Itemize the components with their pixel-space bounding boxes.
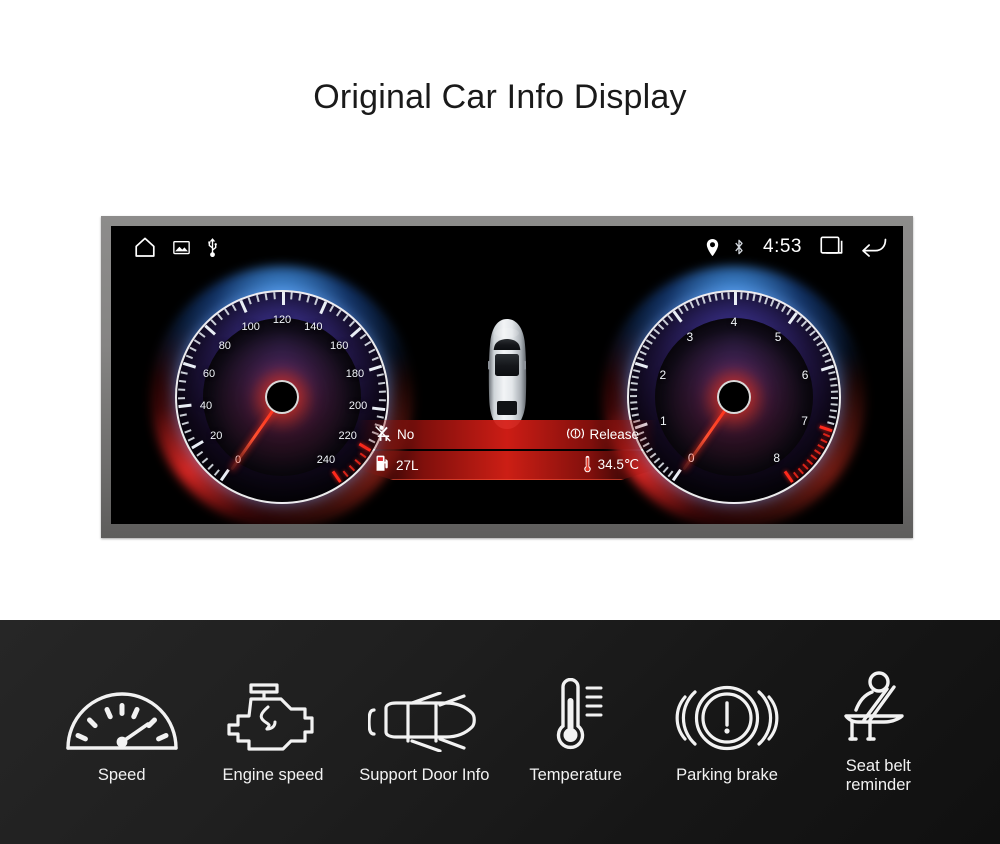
parking-brake-icon [567, 425, 585, 445]
head-unit-device: 4:53 20 40 60 80 100 120 140 160 180 200… [101, 216, 913, 538]
temperature-value: 34.5℃ [597, 457, 639, 472]
bluetooth-icon [733, 238, 745, 256]
recent-apps-icon[interactable] [820, 236, 846, 258]
feature-strip: Speed Engine speed Support Door Info Tem… [0, 620, 1000, 844]
status-bar-right: 4:53 [706, 236, 887, 258]
seatbelt-icon [832, 669, 924, 743]
feature-parking-brake: Parking brake [651, 678, 802, 785]
seatbelt-value: No [397, 427, 415, 442]
status-bar-left [133, 235, 219, 259]
tachometer-gauge: 012345678 [603, 266, 865, 524]
usb-icon[interactable] [206, 237, 219, 257]
feature-label: Speed [97, 766, 146, 785]
status-bar-clock: 4:53 [763, 236, 802, 257]
engine-icon [220, 678, 326, 752]
parking-brake-status: Release [567, 425, 639, 445]
home-icon[interactable] [133, 235, 157, 259]
feature-label: Temperature [529, 766, 622, 785]
cluster-screen: 4:53 20 40 60 80 100 120 140 160 180 200… [111, 226, 903, 524]
page-title: Original Car Info Display [313, 78, 687, 116]
door-status-car [475, 318, 539, 430]
info-row-status: No Release [357, 420, 657, 449]
feature-engine-speed: Engine speed [197, 678, 348, 785]
back-icon[interactable] [860, 236, 887, 258]
fuel-value: 27L [396, 457, 419, 473]
tachometer-hub [717, 380, 751, 414]
feature-label: Parking brake [676, 766, 778, 785]
tachometer-dial: 012345678 [627, 290, 841, 504]
feature-door-info: Support Door Info [349, 678, 500, 785]
feature-speed: Speed [46, 678, 197, 785]
location-pin-icon [706, 238, 719, 256]
seatbelt-status: No [375, 425, 414, 445]
speedometer-hub [265, 380, 299, 414]
feature-label: Support Door Info [359, 766, 490, 785]
seatbelt-icon [375, 425, 392, 445]
status-bar: 4:53 [111, 226, 903, 268]
parking-brake-value: Release [589, 427, 639, 442]
feature-temperature: Temperature [500, 678, 651, 785]
thermometer-icon [545, 678, 607, 752]
fuel-pump-icon [375, 455, 391, 475]
brake-disc-icon [673, 678, 781, 752]
fuel-status: 27L [375, 455, 419, 475]
thermometer-icon [582, 455, 593, 476]
gallery-icon[interactable] [173, 240, 190, 255]
temperature-status: 34.5℃ [582, 455, 639, 476]
feature-label: Engine speed [222, 766, 324, 785]
info-row-levels: 27L 34.5℃ [357, 451, 657, 480]
speedometer-icon [64, 678, 180, 752]
vehicle-info-panel: No Release 27L 34.5℃ [357, 420, 657, 480]
car-doors-icon [368, 678, 480, 753]
feature-label: Seat belt reminder [845, 756, 911, 794]
feature-seatbelt-reminder: Seat belt reminder [803, 669, 954, 796]
